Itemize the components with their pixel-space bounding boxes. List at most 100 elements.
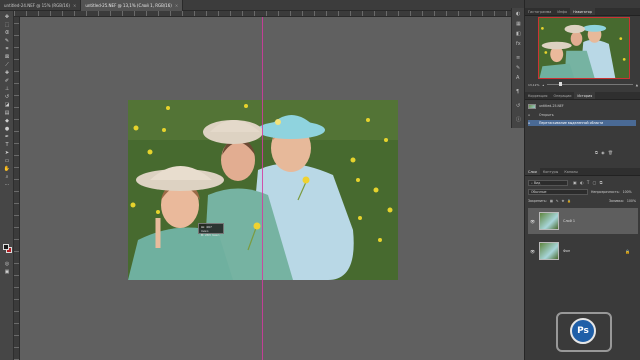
more-tools-icon[interactable]: ⋯ <box>3 182 11 188</box>
healing-brush-tool-icon[interactable]: ✚ <box>3 70 11 76</box>
shape-tool-icon[interactable]: ▭ <box>3 158 11 164</box>
history-item-selected[interactable]: ▫ Перетаскивание выделенной области <box>528 120 636 126</box>
opacity-label: Непрозрачность: <box>591 190 620 194</box>
close-icon[interactable]: × <box>175 3 178 8</box>
document-tab-bar: untitled-24.NEF @ 15% (RGB/16) × untitle… <box>0 0 524 11</box>
quick-mask-icon[interactable]: ◎ <box>3 261 11 267</box>
new-document-icon[interactable]: ⧉ <box>595 150 599 155</box>
tab-untitled-24[interactable]: untitled-24.NEF @ 15% (RGB/16) × <box>0 0 82 11</box>
lock-image-icon[interactable]: ✎ <box>556 199 559 203</box>
dodge-tool-icon[interactable]: ● <box>3 126 11 132</box>
navigator-zoom-bar: 13,12% ▴ ▲ <box>528 82 638 87</box>
tab-histogram[interactable]: Гистограмма <box>525 8 554 15</box>
snapshot-thumbnail <box>528 103 536 109</box>
swatches-panel-icon[interactable]: ▦ <box>516 22 521 27</box>
zoom-slider-handle[interactable] <box>558 82 562 86</box>
adjustment-filter-icon[interactable]: ◐ <box>580 180 585 185</box>
lock-label: Закрепить: <box>528 199 547 203</box>
pixel-filter-icon[interactable]: ▣ <box>573 180 578 185</box>
fill-value[interactable]: 100% <box>627 199 636 203</box>
layer-row-background[interactable]: 👁 Фон 🔒 <box>528 238 638 264</box>
hand-tool-icon[interactable]: ✋ <box>3 166 11 172</box>
history-panel-icon[interactable]: ↺ <box>516 104 521 109</box>
history-item-label: Перетаскивание выделенной области <box>539 121 604 125</box>
document-image[interactable] <box>128 100 398 280</box>
styles-panel-icon[interactable]: fx <box>516 42 521 47</box>
lock-row: Закрепить: ▦ ✎ ✥ 🔒 Заливка: 100% <box>528 198 636 204</box>
move-tool-icon[interactable]: ✥ <box>3 14 11 20</box>
layer-row-layer1[interactable]: 👁 Слой 1 <box>528 208 638 234</box>
character-panel-icon[interactable]: A <box>516 76 521 81</box>
tab-info[interactable]: Инфо <box>554 8 570 15</box>
close-icon[interactable]: × <box>73 3 76 8</box>
crop-tool-icon[interactable]: ⌗ <box>3 46 11 52</box>
layer-name[interactable]: Слой 1 <box>563 219 575 223</box>
brush-tool-icon[interactable]: ✐ <box>3 78 11 84</box>
lock-all-icon[interactable]: 🔒 <box>567 199 571 203</box>
navigator-panel-tabs: Гистограмма Инфо Навигатор <box>525 8 640 16</box>
tab-history[interactable]: История <box>574 92 596 99</box>
eyedropper-tool-icon[interactable]: ⟋ <box>3 62 11 68</box>
info-panel-icon[interactable]: ⓘ <box>516 118 521 123</box>
properties-panel-icon[interactable]: ≡ <box>516 56 521 61</box>
smart-object-filter-icon[interactable]: ⧉ <box>600 180 604 185</box>
zoom-out-icon[interactable]: ▴ <box>542 83 544 87</box>
tab-channels[interactable]: Каналы <box>561 168 581 175</box>
brush-panel-icon[interactable]: ✎ <box>516 66 521 71</box>
camera-icon[interactable]: ◉ <box>601 150 606 155</box>
shape-filter-icon[interactable]: ▢ <box>593 180 598 185</box>
trash-icon[interactable]: 🗑 <box>608 150 614 155</box>
path-selection-tool-icon[interactable]: ➤ <box>3 150 11 156</box>
gradient-tool-icon[interactable]: ▤ <box>3 110 11 116</box>
visibility-eye-icon[interactable]: 👁 <box>530 249 535 254</box>
lasso-tool-icon[interactable]: ᕳ <box>3 30 11 36</box>
eraser-tool-icon[interactable]: ◪ <box>3 102 11 108</box>
navigator-thumbnail[interactable] <box>538 17 630 79</box>
zoom-value[interactable]: 13,12% <box>528 83 539 87</box>
type-tool-icon[interactable]: T <box>3 142 11 148</box>
paragraph-panel-icon[interactable]: ¶ <box>516 90 521 95</box>
color-panel-icon[interactable]: ◐ <box>516 12 521 17</box>
foreground-color-swatch[interactable] <box>3 244 9 250</box>
frame-tool-icon[interactable]: ⊠ <box>3 54 11 60</box>
transform-tooltip: Ш: 467 пикс. В: 283 пикс. <box>198 223 224 237</box>
layer-thumbnail <box>539 242 559 260</box>
visibility-eye-icon[interactable]: 👁 <box>530 219 535 224</box>
tab-adjustments[interactable]: Коррекция <box>525 92 550 99</box>
history-item[interactable]: ▫ Открыть <box>528 112 636 118</box>
marquee-tool-icon[interactable]: ⬚ <box>3 22 11 28</box>
right-panel-dock: Гистограмма Инфо Навигатор 13,12% ▴ ▲ Ко… <box>524 0 640 360</box>
tab-untitled-25[interactable]: untitled-25.NEF @ 13,1% (Слой 1, RGB/16)… <box>81 0 184 11</box>
history-step-icon: ▫ <box>528 121 531 125</box>
vertical-guide[interactable] <box>262 17 263 360</box>
blend-mode-select[interactable]: Обычные <box>528 189 588 195</box>
photoshop-window: untitled-24.NEF @ 15% (RGB/16) × untitle… <box>0 0 640 360</box>
zoom-slider[interactable] <box>546 82 633 86</box>
zoom-in-icon[interactable]: ▲ <box>636 83 638 87</box>
lock-transparent-icon[interactable]: ▦ <box>550 199 553 203</box>
zoom-tool-icon[interactable]: ⌕ <box>3 174 11 180</box>
lock-position-icon[interactable]: ✥ <box>562 199 565 203</box>
screen-mode-icon[interactable]: ▣ <box>3 269 11 275</box>
tab-actions[interactable]: Операции <box>550 92 574 99</box>
tab-navigator[interactable]: Навигатор <box>570 8 596 15</box>
opacity-control[interactable]: Непрозрачность: 100% <box>591 189 639 195</box>
opacity-value[interactable]: 100% <box>623 190 632 194</box>
lock-icon: 🔒 <box>625 248 630 254</box>
clone-stamp-tool-icon[interactable]: ⊥ <box>3 86 11 92</box>
blur-tool-icon[interactable]: ◆ <box>3 118 11 124</box>
tab-layers[interactable]: Слои <box>525 168 540 175</box>
tab-paths[interactable]: Контуры <box>540 168 562 175</box>
history-brush-tool-icon[interactable]: ↺ <box>3 94 11 100</box>
type-filter-icon[interactable]: T <box>587 180 590 185</box>
layer-filter-kind[interactable]: ⌕ Вид <box>528 180 568 186</box>
kind-label: Вид <box>533 181 541 185</box>
adjustments-panel-icon[interactable]: ◧ <box>516 32 521 37</box>
quick-select-tool-icon[interactable]: ✎ <box>3 38 11 44</box>
tooltip-width: Ш: 467 пикс. <box>201 225 212 233</box>
collapsed-panels-strip: ◐ ▦ ◧ fx ≡ ✎ A ¶ ↺ ⓘ <box>511 8 524 128</box>
tooltip-height: В: 283 пикс. <box>201 233 221 237</box>
pen-tool-icon[interactable]: ✒ <box>3 134 11 140</box>
layer-name[interactable]: Фон <box>563 249 570 253</box>
history-snapshot[interactable]: untitled-25.NEF <box>528 103 636 109</box>
